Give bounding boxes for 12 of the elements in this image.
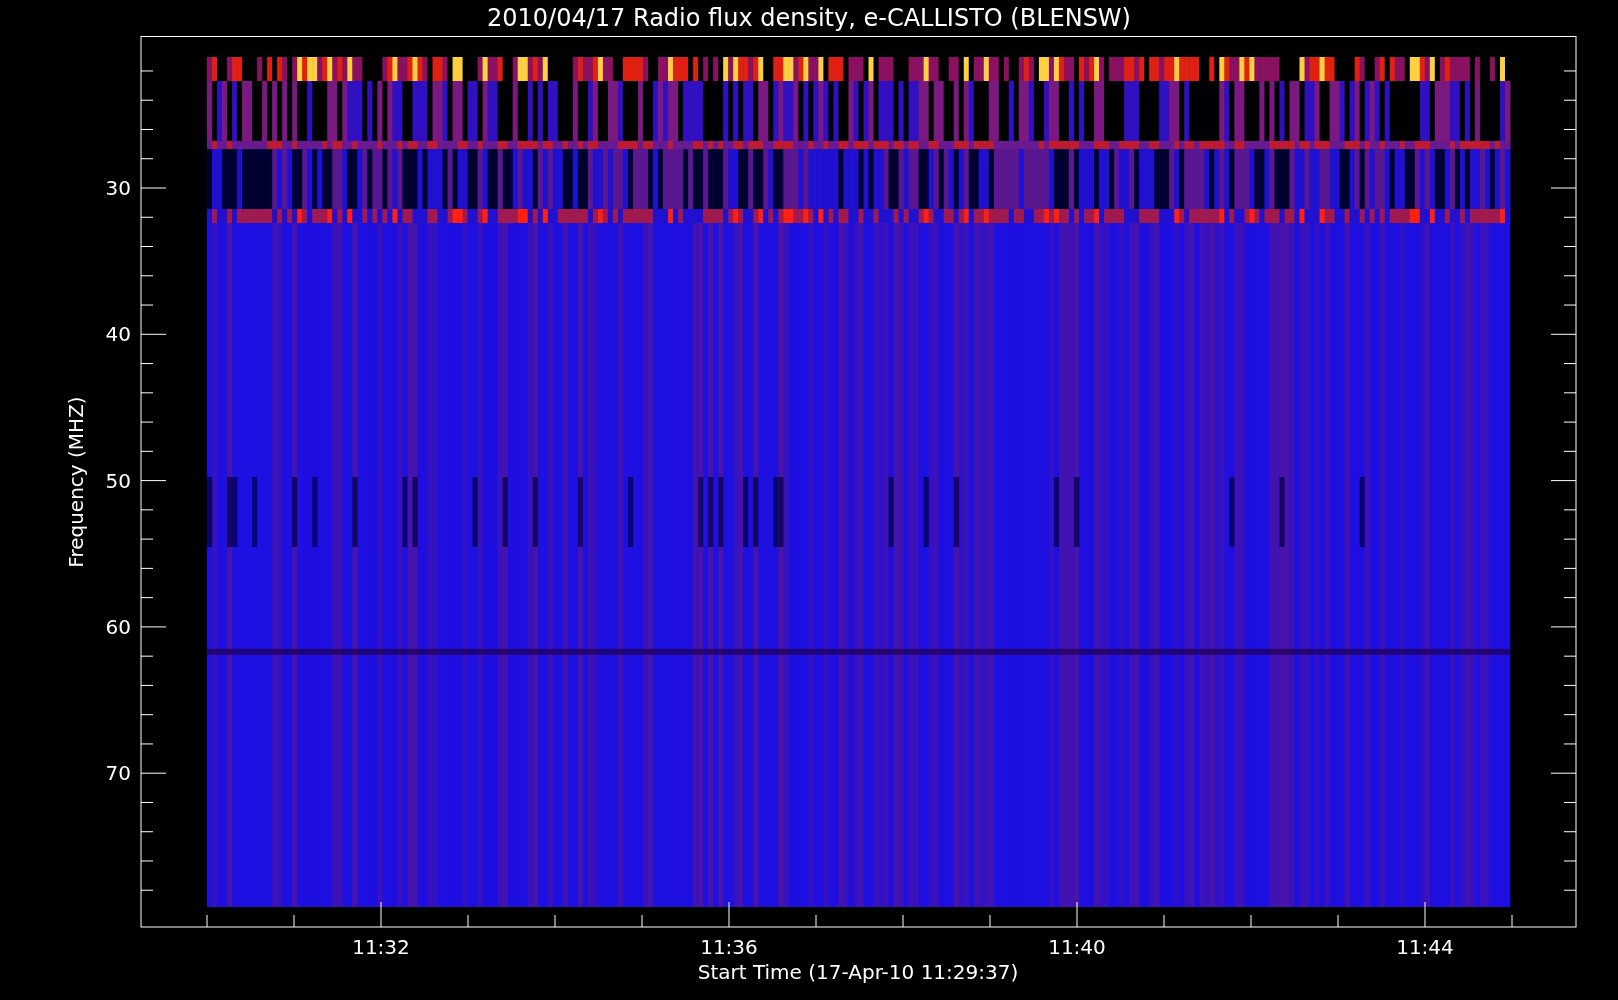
tick-label: 30 [105, 176, 131, 200]
tick-label: 11:36 [700, 935, 758, 959]
tick-label: 70 [105, 761, 131, 786]
tick-label: 60 [105, 614, 131, 639]
tick-label: 11:40 [1048, 935, 1106, 959]
axis-label: Frequency (MHZ) [64, 396, 88, 568]
tick-label: 11:44 [1396, 935, 1454, 959]
axis-label: Start Time (17-Apr-10 11:29:37) [697, 960, 1019, 984]
tick-label: 11:32 [352, 935, 410, 959]
tick-label: 40 [105, 322, 131, 347]
chart-title: 2010/04/17 Radio flux density, e-CALLISTO (BLENSW) [487, 4, 1131, 32]
tick-label: 50 [105, 468, 131, 493]
